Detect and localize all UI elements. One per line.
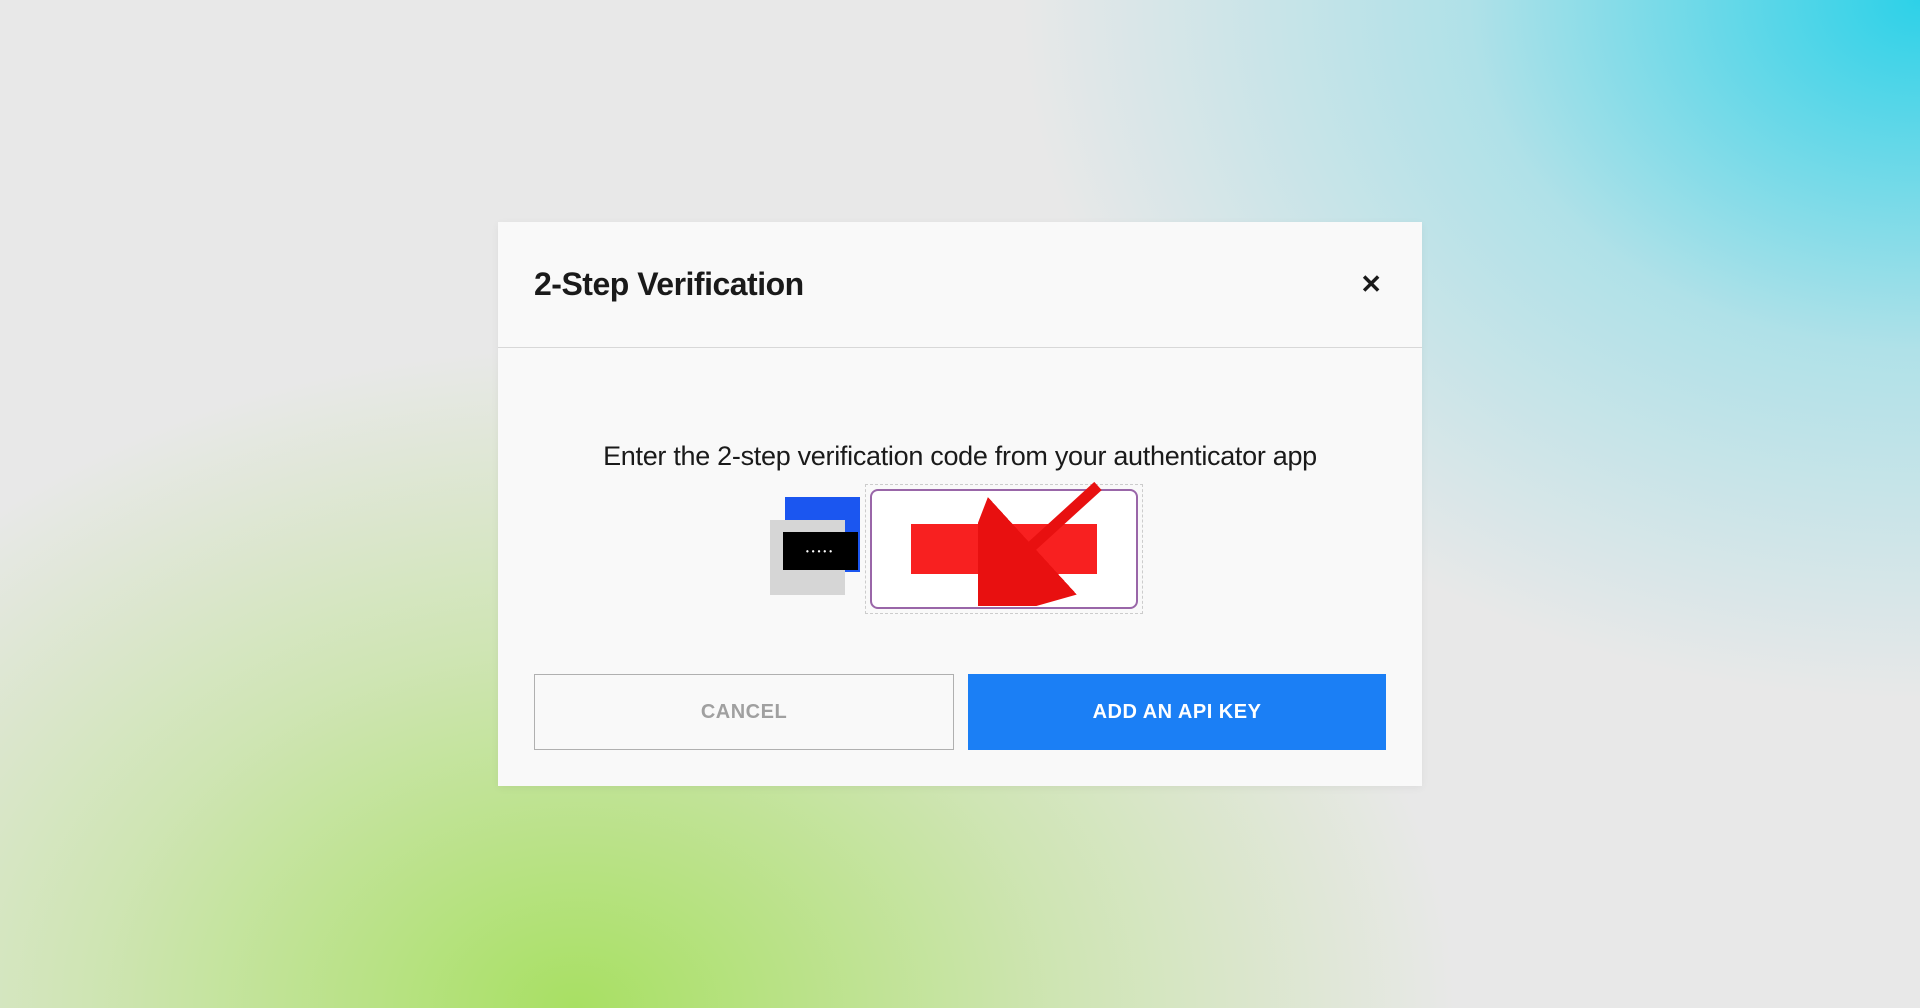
button-row: CANCEL ADD AN API KEY (534, 674, 1386, 750)
code-input-area: ••••• (770, 484, 1150, 614)
verification-code-input[interactable] (870, 489, 1138, 609)
cancel-button[interactable]: CANCEL (534, 674, 954, 750)
add-api-key-button[interactable]: ADD AN API KEY (968, 674, 1386, 750)
dialog-header: 2-Step Verification ✕ (498, 222, 1422, 348)
close-icon[interactable]: ✕ (1356, 267, 1386, 301)
password-dots-box: ••••• (783, 532, 858, 570)
password-dots: ••••• (806, 547, 835, 556)
dialog-body: Enter the 2-step verification code from … (498, 348, 1422, 786)
instruction-text: Enter the 2-step verification code from … (580, 438, 1340, 474)
redacted-code (911, 524, 1097, 574)
code-input-selection (865, 484, 1143, 614)
verification-dialog: 2-Step Verification ✕ Enter the 2-step v… (498, 222, 1422, 786)
dialog-title: 2-Step Verification (534, 266, 804, 303)
